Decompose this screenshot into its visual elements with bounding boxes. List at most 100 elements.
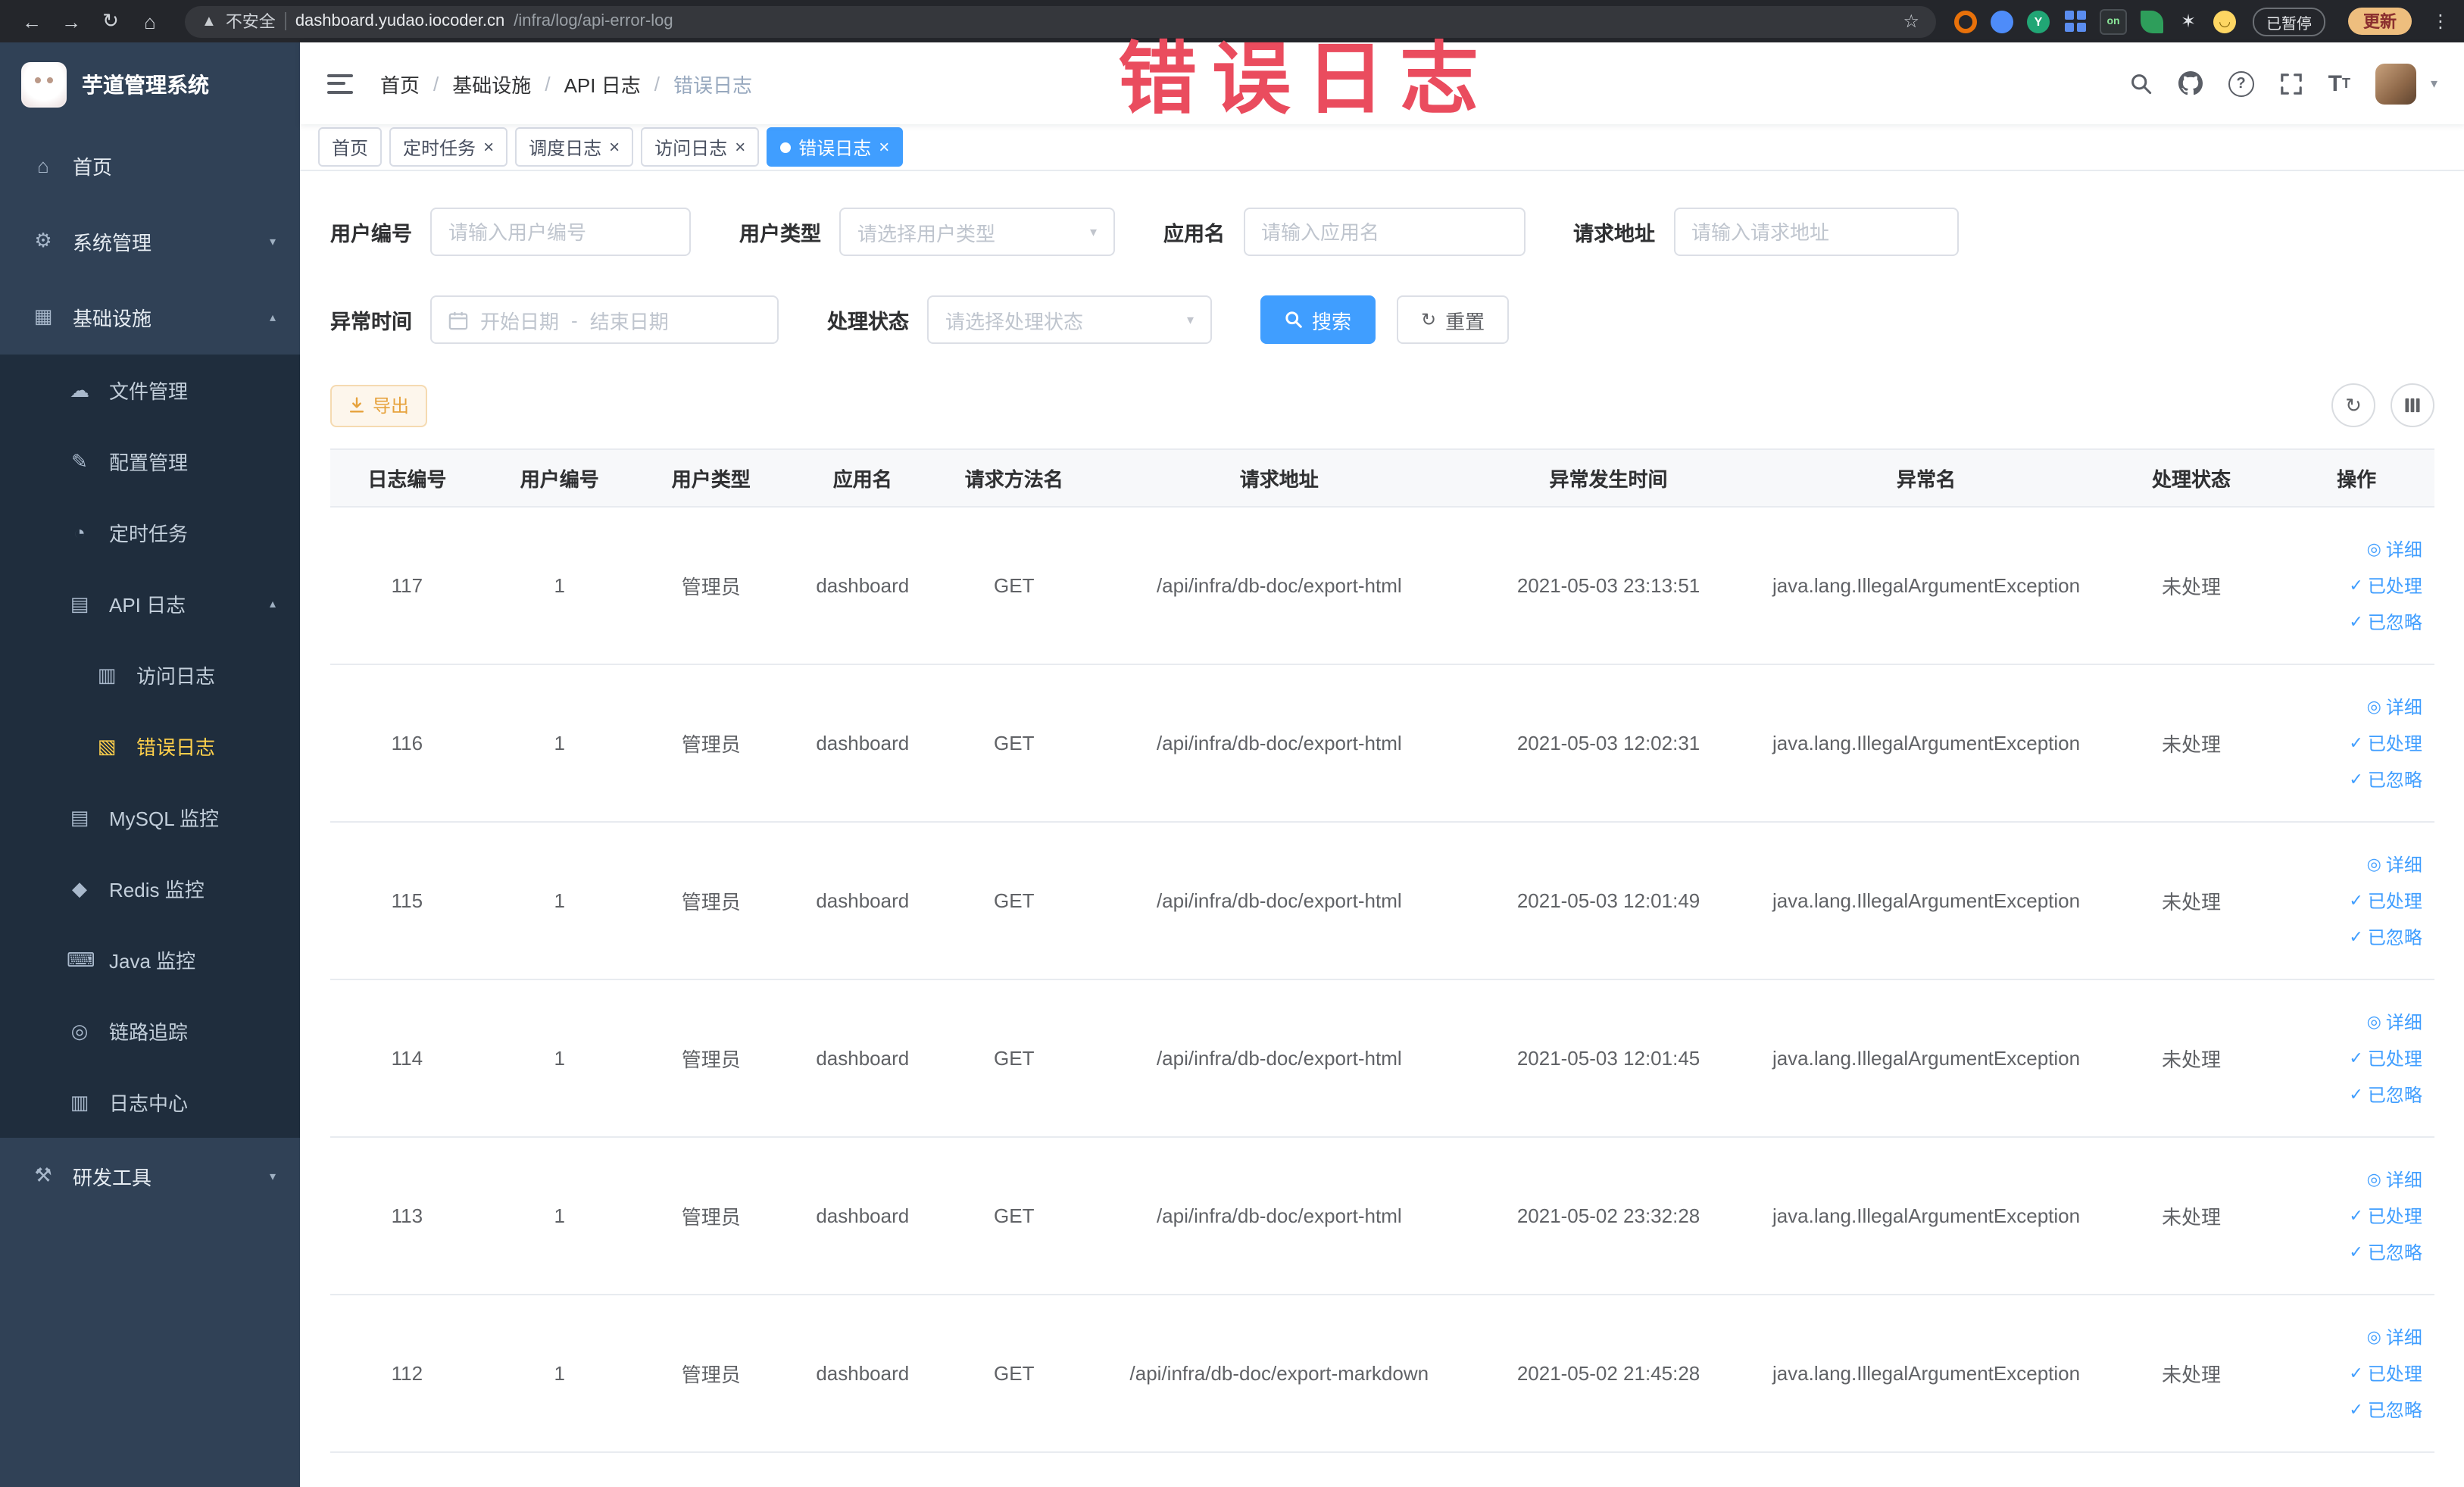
action-ignored-link[interactable]: ✓ 已忽略 xyxy=(2349,1082,2422,1107)
extension-leaf-icon[interactable] xyxy=(2141,10,2163,33)
avatar[interactable] xyxy=(2375,63,2417,104)
action-detail-link[interactable]: ◎ 详细 xyxy=(2367,1167,2422,1192)
help-icon[interactable]: ? xyxy=(2228,70,2254,96)
user-id-input[interactable] xyxy=(430,208,691,256)
hamburger-icon[interactable] xyxy=(327,73,353,93)
sidebar-item-redis-monitor[interactable]: ◆ Redis 监控 xyxy=(0,853,300,924)
security-label[interactable]: 不安全 xyxy=(226,9,276,33)
cell-id: 115 xyxy=(391,889,423,912)
tab-错误日志[interactable]: 错误日志 × xyxy=(767,127,904,167)
process-status-select[interactable]: 请选择处理状态 ▾ xyxy=(927,295,1212,344)
date-range-input[interactable]: 开始日期 - 结束日期 xyxy=(430,295,779,344)
sidebar-item-file-management[interactable]: ☁ 文件管理 xyxy=(0,355,300,426)
app-logo-row[interactable]: 芋道管理系统 xyxy=(0,42,300,127)
action-label: 已忽略 xyxy=(2367,612,2422,633)
tab-调度日志[interactable]: 调度日志 × xyxy=(515,127,634,167)
forward-icon[interactable]: → xyxy=(55,10,88,33)
update-button[interactable]: 更新 xyxy=(2348,8,2412,35)
extension-ring-icon[interactable] xyxy=(1954,10,1977,33)
extension-on-icon[interactable]: on xyxy=(2100,8,2127,34)
action-processed-link[interactable]: ✓ 已处理 xyxy=(2349,888,2422,914)
sidebar-item-label: 链路追踪 xyxy=(109,1021,189,1044)
fullscreen-icon[interactable] xyxy=(2280,72,2303,95)
table-row: 112 1 管理员 dashboard GET/api/infra/db-doc/exp… xyxy=(330,1295,2434,1453)
chevron-down-icon[interactable]: ▾ xyxy=(2431,75,2437,92)
sidebar-item-system-management[interactable]: ⚙ 系统管理 ▾ xyxy=(0,203,300,279)
tab-访问日志[interactable]: 访问日志 × xyxy=(641,127,760,167)
smiley-extension-icon[interactable]: ◡ xyxy=(2213,10,2236,33)
sidebar-item-home[interactable]: ⌂ 首页 xyxy=(0,127,300,203)
action-ignored-link[interactable]: ✓ 已忽略 xyxy=(2349,1397,2422,1423)
close-icon[interactable]: × xyxy=(879,138,889,156)
chevron-down-icon: ▾ xyxy=(269,234,276,248)
column-header: 请求地址 xyxy=(1239,468,1319,491)
sidebar-item-access-log[interactable]: ▥ 访问日志 xyxy=(0,639,300,711)
sidebar-item-error-log[interactable]: ▧ 错误日志 xyxy=(0,711,300,782)
extension-grid-icon[interactable] xyxy=(2063,10,2086,33)
action-ignored-link[interactable]: ✓ 已忽略 xyxy=(2349,609,2422,635)
action-detail-link[interactable]: ◎ 详细 xyxy=(2367,1009,2422,1035)
sidebar-item-api-log[interactable]: ▤ API 日志 ▴ xyxy=(0,568,300,639)
breadcrumb-item[interactable]: 首页 xyxy=(380,69,420,98)
action-detail-link[interactable]: ◎ 详细 xyxy=(2367,851,2422,877)
tab-首页[interactable]: 首页 xyxy=(318,127,383,167)
column-header: 日志编号 xyxy=(367,468,447,491)
search-icon[interactable] xyxy=(2130,72,2153,95)
action-processed-link[interactable]: ✓ 已处理 xyxy=(2349,1045,2422,1071)
action-ignored-link[interactable]: ✓ 已忽略 xyxy=(2349,924,2422,950)
action-processed-link[interactable]: ✓ 已处理 xyxy=(2349,1360,2422,1386)
sidebar-item-label: 系统管理 xyxy=(73,231,152,254)
close-icon[interactable]: × xyxy=(483,138,494,156)
extension-y-icon[interactable]: Y xyxy=(2027,10,2050,33)
reset-button[interactable]: ↻ 重置 xyxy=(1397,295,1510,344)
user-type-select[interactable]: 请选择用户类型 ▾ xyxy=(839,208,1115,256)
paused-badge[interactable]: 已暂停 xyxy=(2253,7,2325,36)
back-icon[interactable]: ← xyxy=(15,10,48,33)
action-detail-link[interactable]: ◎ 详细 xyxy=(2367,1324,2422,1350)
browser-menu-icon[interactable]: ⋮ xyxy=(2431,11,2450,32)
request-url-input[interactable] xyxy=(1673,208,1958,256)
sidebar-item-java-monitor[interactable]: ⌨ Java 监控 xyxy=(0,924,300,995)
sidebar-item-log-center[interactable]: ▥ 日志中心 xyxy=(0,1067,300,1138)
action-processed-link[interactable]: ✓ 已处理 xyxy=(2349,730,2422,756)
action-ignored-link[interactable]: ✓ 已忽略 xyxy=(2349,767,2422,792)
sidebar-item-mysql-monitor[interactable]: ▤ MySQL 监控 xyxy=(0,782,300,853)
address-bar[interactable]: ▲ 不安全 dashboard.yudao.iocoder.cn /infra/… xyxy=(185,5,1936,37)
refresh-table-button[interactable]: ↻ xyxy=(2331,383,2375,427)
action-ignored-link[interactable]: ✓ 已忽略 xyxy=(2349,1239,2422,1265)
tab-定时任务[interactable]: 定时任务 × xyxy=(389,127,508,167)
close-icon[interactable]: × xyxy=(735,138,745,156)
column-settings-button[interactable] xyxy=(2391,383,2434,427)
action-processed-link[interactable]: ✓ 已处理 xyxy=(2349,1203,2422,1229)
check-icon: ✓ xyxy=(2349,1086,2363,1104)
sidebar-item-link-trace[interactable]: ◎ 链路追踪 xyxy=(0,995,300,1067)
check-icon: ✓ xyxy=(2349,577,2363,595)
extension-star-icon[interactable]: ✶ xyxy=(2177,10,2200,33)
action-label: 已忽略 xyxy=(2367,1085,2422,1106)
breadcrumb-item[interactable]: API 日志 xyxy=(564,69,641,98)
eye-icon: ◎ xyxy=(2366,1014,2381,1032)
sidebar-item-config-management[interactable]: ✎ 配置管理 xyxy=(0,426,300,497)
browser-home-icon[interactable]: ⌂ xyxy=(133,10,167,33)
action-detail-link[interactable]: ◎ 详细 xyxy=(2367,536,2422,562)
breadcrumb-item[interactable]: 基础设施 xyxy=(452,69,531,98)
font-size-icon[interactable]: TT xyxy=(2328,72,2350,95)
bookmark-star-icon[interactable]: ☆ xyxy=(1903,11,1919,32)
table-tools: ↻ xyxy=(2331,383,2434,427)
extensions-area: Y on ✶ ◡ 已暂停 更新 ⋮ xyxy=(1954,7,2450,36)
sidebar-item-dev-tools[interactable]: ⚒ 研发工具 ▾ xyxy=(0,1138,300,1214)
search-button[interactable]: 搜索 xyxy=(1260,295,1376,344)
sidebar-item-infrastructure[interactable]: ▦ 基础设施 ▴ xyxy=(0,279,300,355)
export-button[interactable]: 导出 xyxy=(330,384,428,426)
action-label: 已忽略 xyxy=(2367,927,2422,948)
extension-drop-icon[interactable] xyxy=(1991,10,2013,33)
action-processed-link[interactable]: ✓ 已处理 xyxy=(2349,573,2422,598)
tab-label: 首页 xyxy=(332,137,369,158)
reload-icon[interactable]: ↻ xyxy=(94,9,127,33)
log-center-icon: ▥ xyxy=(70,1090,89,1113)
github-icon[interactable] xyxy=(2178,71,2203,95)
sidebar-item-scheduled-jobs[interactable]: ◔ 定时任务 xyxy=(0,497,300,568)
app-name-input[interactable] xyxy=(1243,208,1525,256)
action-detail-link[interactable]: ◎ 详细 xyxy=(2367,694,2422,720)
close-icon[interactable]: × xyxy=(609,138,620,156)
